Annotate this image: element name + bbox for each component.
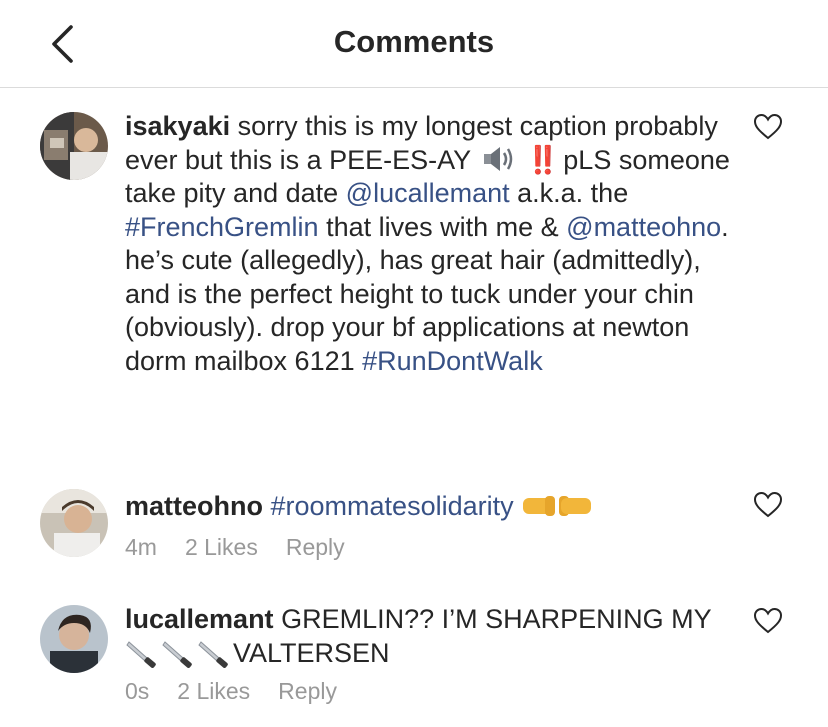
comment-reply-button[interactable]: Reply	[286, 534, 345, 561]
like-heart-icon[interactable]	[753, 606, 783, 636]
header-bar: Comments	[0, 0, 828, 88]
comment-meta: 0s 2 Likes Reply	[125, 678, 365, 705]
mention-matteohno[interactable]: @matteohno	[566, 212, 721, 242]
comment-timestamp: 0s	[125, 678, 150, 704]
comment-username[interactable]: lucallemant	[125, 604, 274, 634]
like-heart-icon[interactable]	[753, 112, 783, 142]
page-title: Comments	[333, 24, 495, 59]
like-heart-icon[interactable]	[753, 490, 783, 520]
mention-lucallemant[interactable]: @lucallemant	[346, 178, 510, 208]
hashtag-roommatesolidarity[interactable]: #roommatesolidarity	[271, 491, 514, 521]
hashtag-frenchgremlin[interactable]: #FrenchGremlin	[125, 212, 319, 242]
hashtag-rundontwalk[interactable]: #RunDontWalk	[362, 346, 543, 376]
double-exclamation-emoji: ‼️	[526, 144, 560, 175]
comment-likes-count[interactable]: 2 Likes	[185, 534, 258, 561]
knife-emoji-icon	[198, 640, 228, 668]
avatar-matteohno[interactable]	[40, 489, 108, 557]
fist-bump-emoji-icon	[523, 496, 592, 516]
caption-username[interactable]: isakyaki	[125, 111, 230, 141]
comment-reply-button[interactable]: Reply	[278, 678, 337, 705]
comment-timestamp: 4m	[125, 534, 157, 560]
avatar-lucallemant[interactable]	[40, 605, 108, 673]
comment-text: matteohno #roommatesolidarity	[125, 490, 735, 524]
comment-meta: 4m 2 Likes Reply	[125, 534, 373, 561]
comment-text: lucallemant GREMLIN?? I’M SHARPENING MY …	[125, 604, 712, 668]
speaker-emoji-icon	[484, 146, 513, 171]
comment-username[interactable]: matteohno	[125, 491, 263, 521]
caption-text: isakyaki sorry this is my longest captio…	[125, 111, 730, 376]
knife-emoji-icon	[162, 640, 192, 668]
knife-emoji-icon	[126, 640, 156, 668]
comment-likes-count[interactable]: 2 Likes	[177, 678, 250, 705]
avatar-isakyaki[interactable]	[40, 112, 108, 180]
